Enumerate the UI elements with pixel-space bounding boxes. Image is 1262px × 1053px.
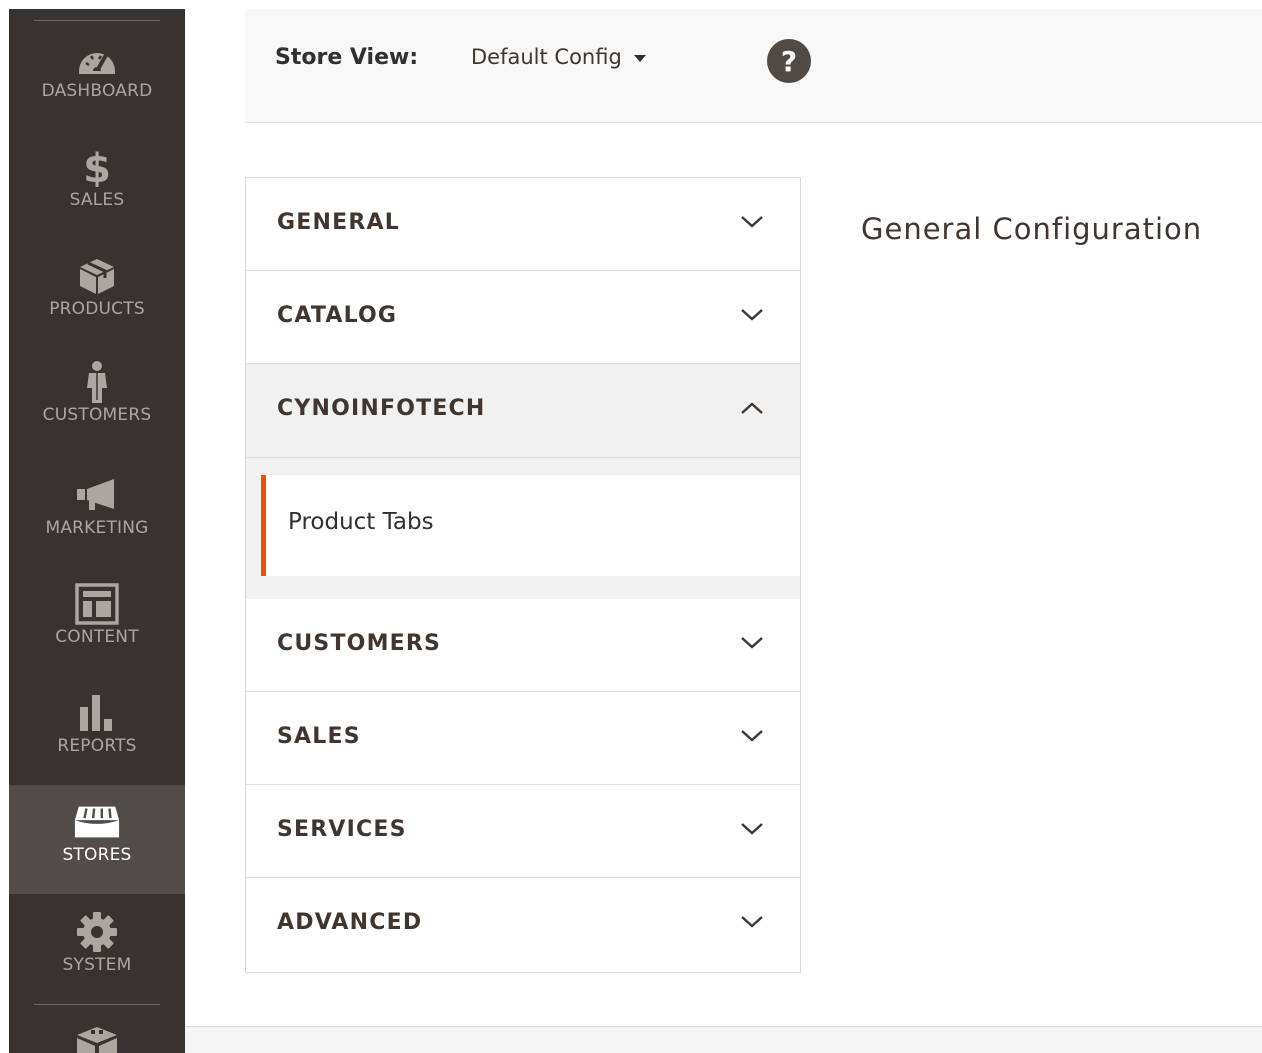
sidebar-item-label: CUSTOMERS bbox=[42, 405, 152, 425]
sidebar-item-content[interactable]: CONTENT bbox=[9, 583, 185, 692]
sidebar-item-label: SYSTEM bbox=[62, 955, 132, 975]
tab-title: CYNOINFOTECH bbox=[277, 396, 486, 421]
sidebar-item-label: MARKETING bbox=[45, 518, 149, 538]
sidebar-item-label: REPORTS bbox=[57, 736, 137, 756]
tab-title: CATALOG bbox=[277, 303, 398, 328]
tab-cynoinfotech[interactable]: CYNOINFOTECH bbox=[246, 364, 800, 458]
box-icon bbox=[73, 255, 121, 297]
tab-title: ADVANCED bbox=[277, 910, 423, 935]
sidebar-item-stores[interactable]: STORES bbox=[9, 785, 185, 894]
store-view-switcher[interactable]: Default Config bbox=[471, 45, 646, 69]
sidebar-item-dashboard[interactable]: DASHBOARD bbox=[9, 37, 185, 146]
tab-customers[interactable]: CUSTOMERS bbox=[246, 599, 800, 692]
sidebar-item-sales[interactable]: $ SALES bbox=[9, 146, 185, 255]
chevron-down-icon bbox=[741, 916, 763, 928]
megaphone-icon bbox=[73, 474, 121, 516]
chevron-down-icon bbox=[741, 730, 763, 742]
chevron-down-icon bbox=[741, 309, 763, 321]
caret-down-icon bbox=[633, 55, 646, 62]
bar-chart-icon bbox=[73, 692, 121, 734]
person-icon bbox=[73, 361, 121, 403]
sidebar-item-marketing[interactable]: MARKETING bbox=[9, 474, 185, 583]
sidebar-top-divider bbox=[34, 20, 160, 21]
tab-general[interactable]: GENERAL bbox=[246, 178, 800, 271]
tab-item-product-tabs[interactable]: Product Tabs bbox=[261, 475, 800, 576]
sidebar-item-label: SALES bbox=[69, 190, 125, 210]
tab-sales[interactable]: SALES bbox=[246, 692, 800, 785]
chevron-down-icon bbox=[741, 823, 763, 835]
chevron-down-icon bbox=[741, 637, 763, 649]
tab-title: SALES bbox=[277, 724, 361, 749]
help-button[interactable]: ? bbox=[767, 39, 811, 83]
config-tabs: GENERAL CATALOG CYNOINFOTECH Product Tab… bbox=[245, 177, 801, 973]
admin-sidebar: DASHBOARD $ SALES PRODUCTS CUSTOMERS MAR… bbox=[9, 9, 185, 1053]
tab-item-label: Product Tabs bbox=[288, 509, 434, 535]
extensions-icon[interactable] bbox=[73, 1025, 121, 1053]
footer bbox=[185, 1027, 1262, 1053]
svg-text:$: $ bbox=[83, 147, 111, 187]
sidebar-item-label: DASHBOARD bbox=[41, 81, 153, 101]
question-mark-icon: ? bbox=[780, 44, 798, 78]
tab-catalog[interactable]: CATALOG bbox=[246, 271, 800, 364]
sidebar-item-label: CONTENT bbox=[55, 627, 139, 647]
sidebar-item-customers[interactable]: CUSTOMERS bbox=[9, 361, 185, 470]
chevron-up-icon bbox=[741, 402, 763, 414]
gear-icon bbox=[73, 911, 121, 953]
tab-services[interactable]: SERVICES bbox=[246, 785, 800, 878]
sidebar-item-label: STORES bbox=[62, 845, 132, 865]
sidebar-bottom-divider bbox=[34, 1004, 160, 1005]
storefront-icon bbox=[73, 801, 121, 843]
store-view-label: Store View: bbox=[275, 45, 419, 70]
dollar-icon: $ bbox=[73, 146, 121, 188]
tab-title: CUSTOMERS bbox=[277, 631, 442, 656]
sidebar-item-label: PRODUCTS bbox=[49, 299, 145, 319]
tab-title: GENERAL bbox=[277, 210, 400, 235]
tab-title: SERVICES bbox=[277, 817, 407, 842]
sidebar-item-products[interactable]: PRODUCTS bbox=[9, 255, 185, 364]
page-title: General Configuration bbox=[861, 212, 1203, 246]
chevron-down-icon bbox=[741, 216, 763, 228]
layout-icon bbox=[73, 583, 121, 625]
tab-advanced[interactable]: ADVANCED bbox=[246, 878, 800, 971]
store-view-selected: Default Config bbox=[471, 45, 622, 69]
store-view-bar: Store View: Default Config ? bbox=[245, 9, 1262, 123]
dashboard-icon bbox=[73, 37, 121, 79]
tab-cynoinfotech-items: Product Tabs bbox=[246, 458, 800, 599]
